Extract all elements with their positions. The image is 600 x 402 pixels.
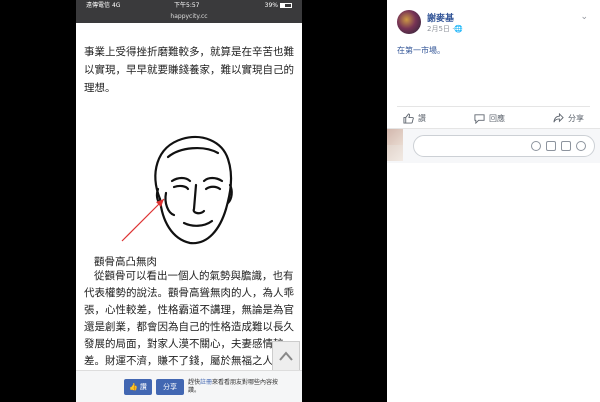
facebook-post-panel: 謝麥基 2月5日 ·🌐 ⌄ 在第一市場。 讚 回應 分享 <box>387 0 600 402</box>
check-in-location[interactable]: 在第一市場。 <box>397 45 445 56</box>
post-meta: 2月5日 ·🌐 <box>427 24 463 34</box>
chevron-down-icon[interactable]: ⌄ <box>580 12 588 22</box>
thumbs-up-icon: 👍 <box>129 383 138 391</box>
post-date[interactable]: 2月5日 <box>427 25 450 33</box>
scroll-to-top-button[interactable] <box>272 341 300 371</box>
comment-input[interactable] <box>413 135 595 157</box>
pointer-arrow <box>121 198 165 242</box>
carrier-label: 遠傳電信 4G <box>86 2 121 9</box>
comment-action[interactable]: 回應 <box>468 113 511 124</box>
like-button[interactable]: 👍 讚 <box>124 379 152 395</box>
camera-icon[interactable] <box>546 141 556 151</box>
comment-tools <box>531 141 586 151</box>
face-illustration <box>121 135 233 245</box>
share-action[interactable]: 分享 <box>547 112 590 124</box>
blurred-avatar <box>387 145 403 161</box>
facebook-plugin-bar: 👍 讚 分享 趕快註冊來看看朋友對哪些內容按讚。 <box>76 370 302 402</box>
gif-icon[interactable] <box>561 141 571 151</box>
blurred-avatar <box>387 129 403 145</box>
thumbs-up-icon <box>403 112 414 124</box>
phone-screenshot: 遠傳電信 4G 下午5:57 39% happycity.cc 事業上受得挫折磨… <box>76 0 302 402</box>
article-paragraph: 從顴骨可以看出一個人的氣勢與膽識，也有代表權勢的說法。顴骨高聳無肉的人，為人乖張… <box>84 270 294 367</box>
screen: 遠傳電信 4G 下午5:57 39% happycity.cc 事業上受得挫折磨… <box>0 0 600 402</box>
divider <box>397 106 590 107</box>
section-heading: 顴骨高凸無肉 <box>94 256 157 268</box>
globe-icon: ·🌐 <box>452 25 464 33</box>
comment-area <box>387 129 600 163</box>
battery-icon <box>280 3 292 8</box>
share-button[interactable]: 分享 <box>156 379 184 395</box>
status-bar: 遠傳電信 4G 下午5:57 39% <box>76 0 302 12</box>
avatar[interactable] <box>397 10 421 34</box>
like-action[interactable]: 讚 <box>397 112 432 124</box>
article-paragraph: 事業上受得挫折磨難較多，就算是在辛苦也難以實現，早早就要賺錢養家，難以實現自己的… <box>84 46 294 94</box>
comment-icon <box>474 113 485 124</box>
battery-indicator: 39% <box>265 0 292 12</box>
share-arrow-icon <box>553 112 564 122</box>
signup-link[interactable]: 註冊 <box>200 379 212 386</box>
article-body: 事業上受得挫折磨難較多，就算是在辛苦也難以實現，早早就要賺錢養家，難以實現自己的… <box>76 23 302 371</box>
post-actions: 讚 回應 分享 <box>397 108 590 128</box>
signup-prompt: 趕快註冊來看看朋友對哪些內容按讚。 <box>188 379 279 394</box>
clock: 下午5:57 <box>174 2 200 9</box>
sticker-icon[interactable] <box>576 141 586 151</box>
url-bar[interactable]: happycity.cc <box>76 12 302 23</box>
chevron-up-icon <box>279 351 293 361</box>
emoji-icon[interactable] <box>531 141 541 151</box>
poster-name[interactable]: 謝麥基 <box>427 11 454 24</box>
